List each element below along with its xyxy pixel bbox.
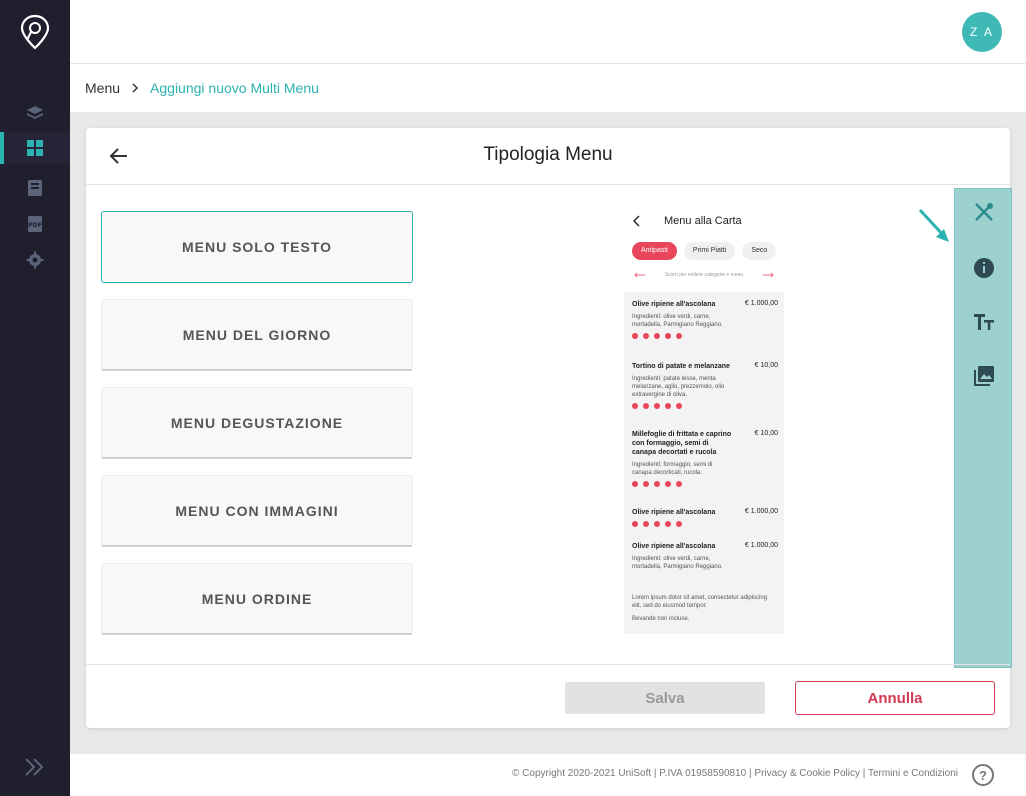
preview-scroll-hint: Scorri per vedere categorie e menu — [664, 272, 744, 278]
dish-price: € 1.000,00 — [744, 300, 778, 307]
logo-icon[interactable] — [20, 14, 50, 50]
breadcrumb-home-link[interactable]: Menu — [85, 80, 120, 96]
preview-dish: Olive ripiene all'ascolana € 1.000,00 In… — [632, 300, 778, 339]
pdf-icon: PDF — [28, 216, 42, 232]
dish-name: Olive ripiene all'ascolana — [632, 543, 716, 550]
menu-type-card: Tipologia Menu MENU SOLO TESTO MENU DEL … — [86, 128, 1012, 728]
sidebar: PDF — [0, 0, 70, 796]
breadcrumb: Menu Aggiungi nuovo Multi Menu — [70, 64, 1026, 112]
preview-back-icon — [633, 215, 640, 227]
dish-ingredients: Ingredienti: olive verdi, carne, mortade… — [632, 556, 723, 570]
card-header: Tipologia Menu — [86, 128, 1010, 185]
menu-type-degustazione[interactable]: MENU DEGUSTAZIONE — [101, 387, 413, 459]
dish-name: Olive ripiene all'ascolana — [632, 301, 716, 308]
allergen-icons — [632, 333, 778, 339]
menu-type-ordine[interactable]: MENU ORDINE — [101, 563, 413, 635]
breadcrumb-current: Aggiungi nuovo Multi Menu — [150, 80, 319, 96]
preview-tab: Seco — [742, 242, 777, 260]
allergen-icons — [632, 403, 778, 409]
menu-book-icon — [28, 180, 42, 196]
preview-dish-list: Olive ripiene all'ascolana € 1.000,00 In… — [624, 292, 784, 634]
editor-toolbar — [954, 188, 1012, 668]
dish-name: Tortino di patate e melanzane — [632, 363, 730, 370]
cancel-button[interactable]: Annulla — [795, 681, 995, 715]
dish-name: Olive ripiene all'ascolana — [632, 509, 716, 516]
svg-text:PDF: PDF — [28, 222, 41, 229]
preview-dish: Olive ripiene all'ascolana € 1.000,00 — [632, 508, 778, 527]
allergen-icons — [632, 481, 778, 487]
preview-dish: Millefoglie di frittata e caprino con fo… — [632, 430, 778, 487]
top-header: Z A — [70, 0, 1026, 64]
preview-footer-note: Lorem ipsum dolor sit amet, consectetur … — [632, 595, 768, 609]
dish-ingredients: Ingredienti: olive verdi, carne, mortade… — [632, 314, 723, 328]
menu-type-con-immagini[interactable]: MENU CON IMMAGINI — [101, 475, 413, 547]
expand-sidebar-icon[interactable] — [22, 754, 48, 780]
sidebar-item-settings[interactable] — [0, 244, 70, 276]
dish-ingredients: Ingredienti: formaggio, semi di canapa d… — [632, 462, 713, 476]
preview-dish: Olive ripiene all'ascolana € 1.000,00 In… — [632, 542, 778, 571]
copyright-text: © Copyright 2020-2021 UniSoft | P.IVA 01… — [512, 768, 958, 779]
allergen-icons — [632, 521, 778, 527]
divider — [86, 664, 1010, 665]
cutlery-icon[interactable] — [969, 197, 999, 227]
preview-tabs: Antipasti Primi Piatti Seco — [624, 242, 784, 260]
chevron-right-icon — [130, 82, 140, 94]
layers-icon — [27, 106, 43, 119]
preview-tab: Primi Piatti — [683, 242, 736, 260]
preview-tab: Antipasti — [632, 242, 677, 260]
sidebar-item-pdf[interactable]: PDF — [0, 208, 70, 240]
image-gallery-icon[interactable] — [969, 361, 999, 391]
gear-icon — [26, 251, 44, 269]
dish-ingredients: Ingredienti: patate lesse, menta melanza… — [632, 376, 725, 398]
dish-price: € 10,00 — [754, 362, 778, 369]
arrow-left-icon — [634, 272, 645, 278]
preview-dish: Tortino di patate e melanzane € 10,00 In… — [632, 362, 778, 409]
help-icon[interactable]: ? — [972, 764, 994, 786]
menu-type-solo-testo[interactable]: MENU SOLO TESTO — [101, 211, 413, 283]
menu-type-del-giorno[interactable]: MENU DEL GIORNO — [101, 299, 413, 371]
save-button[interactable]: Salva — [565, 682, 765, 714]
text-size-icon[interactable] — [969, 307, 999, 337]
dish-price: € 10,00 — [754, 430, 778, 437]
page-title: Tipologia Menu — [483, 144, 613, 165]
dish-name: Millefoglie di frittata e caprino con fo… — [632, 431, 732, 456]
preview-footer-note-2: Bevande non incluse. — [632, 616, 690, 622]
sidebar-item-multimenu[interactable] — [0, 132, 70, 164]
user-avatar[interactable]: Z A — [962, 12, 1002, 52]
page-footer: © Copyright 2020-2021 UniSoft | P.IVA 01… — [70, 754, 1026, 796]
preview-title: Menu alla Carta — [664, 215, 742, 227]
pointer-arrow-icon — [918, 208, 949, 242]
arrow-right-icon — [763, 272, 774, 278]
sidebar-item-menu-book[interactable] — [0, 172, 70, 204]
grid-icon — [27, 140, 43, 156]
dish-price: € 1.000,00 — [744, 508, 778, 515]
info-icon[interactable] — [969, 253, 999, 283]
sidebar-item-layers[interactable] — [0, 97, 70, 129]
dish-price: € 1.000,00 — [744, 542, 778, 549]
menu-preview: Menu alla Carta Antipasti Primi Piatti S… — [624, 206, 784, 634]
